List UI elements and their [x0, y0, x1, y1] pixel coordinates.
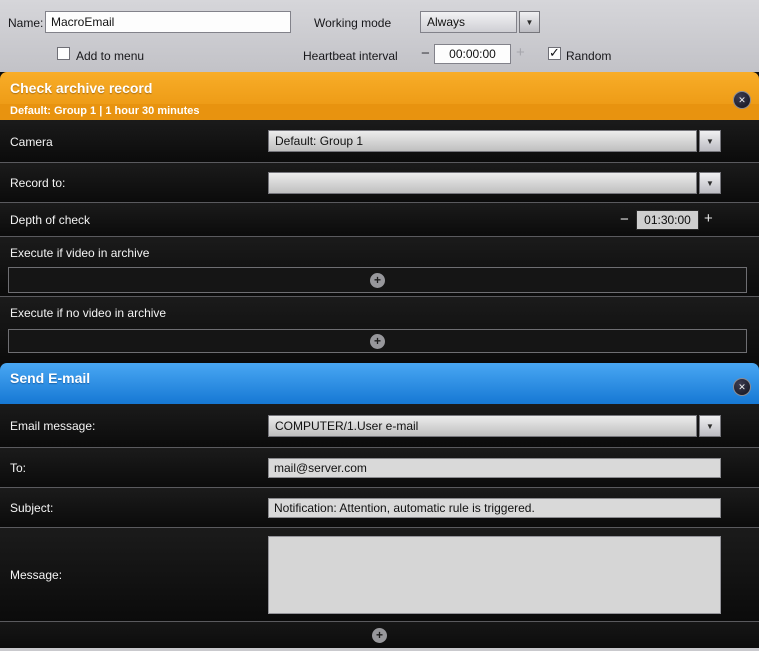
- execute-if-no-video-add-area: +: [8, 329, 747, 353]
- panel-header: Check archive record: [0, 72, 759, 104]
- close-icon: ✕: [738, 382, 746, 393]
- working-mode-label: Working mode: [314, 16, 391, 30]
- email-message-dropdown-button[interactable]: ▼: [699, 415, 721, 437]
- add-action-button[interactable]: +: [372, 628, 387, 643]
- panel-title: Send E-mail: [10, 370, 90, 386]
- heartbeat-increment-button[interactable]: +: [516, 45, 525, 60]
- panel-subtitle: Default: Group 1 | 1 hour 30 minutes: [10, 105, 200, 117]
- chevron-down-icon: ▼: [706, 422, 714, 431]
- message-textarea[interactable]: [268, 536, 721, 614]
- email-message-select[interactable]: COMPUTER/1.User e-mail: [268, 415, 697, 437]
- panel-header: Send E-mail: [0, 363, 759, 404]
- name-label: Name:: [8, 16, 43, 30]
- add-action-button[interactable]: +: [370, 334, 385, 349]
- random-checkbox[interactable]: ✓: [548, 47, 561, 60]
- execute-if-no-video-row: Execute if no video in archive +: [0, 297, 759, 363]
- record-to-label: Record to:: [10, 176, 65, 190]
- plus-icon: +: [376, 628, 383, 642]
- message-label: Message:: [10, 568, 62, 582]
- heartbeat-interval-label: Heartbeat interval: [303, 49, 398, 63]
- depth-increment-button[interactable]: +: [704, 211, 713, 226]
- execute-if-video-label: Execute if video in archive: [10, 246, 149, 260]
- add-action-row: +: [0, 622, 759, 648]
- record-to-dropdown-button[interactable]: ▼: [699, 172, 721, 194]
- chevron-down-icon: ▼: [526, 18, 534, 27]
- depth-decrement-button[interactable]: −: [620, 212, 629, 227]
- record-to-select[interactable]: [268, 172, 697, 194]
- check-archive-panel: Check archive record Default: Group 1 | …: [0, 72, 759, 363]
- email-message-row: Email message: COMPUTER/1.User e-mail ▼: [0, 404, 759, 448]
- to-input[interactable]: [268, 458, 721, 478]
- panel-title: Check archive record: [10, 80, 152, 96]
- camera-label: Camera: [10, 135, 53, 149]
- macro-name-input[interactable]: [45, 11, 291, 33]
- subject-label: Subject:: [10, 501, 53, 515]
- to-label: To:: [10, 461, 26, 475]
- panel-subtitle-bar: Default: Group 1 | 1 hour 30 minutes: [0, 104, 759, 120]
- close-button[interactable]: ✕: [733, 91, 751, 109]
- to-row: To:: [0, 448, 759, 488]
- execute-if-no-video-label: Execute if no video in archive: [10, 306, 166, 320]
- add-action-button[interactable]: +: [370, 273, 385, 288]
- chevron-down-icon: ▼: [706, 137, 714, 146]
- plus-icon: +: [374, 273, 381, 287]
- close-button[interactable]: ✕: [733, 378, 751, 396]
- camera-row: Camera Default: Group 1 ▼: [0, 120, 759, 163]
- camera-dropdown-button[interactable]: ▼: [699, 130, 721, 152]
- working-mode-dropdown-button[interactable]: ▼: [519, 11, 540, 33]
- heartbeat-interval-input[interactable]: [434, 44, 511, 64]
- send-email-panel: Send E-mail ✕ Email message: COMPUTER/1.…: [0, 363, 759, 651]
- chevron-down-icon: ▼: [706, 179, 714, 188]
- close-icon: ✕: [738, 95, 746, 106]
- heartbeat-decrement-button[interactable]: −: [421, 46, 430, 61]
- random-label: Random: [566, 49, 611, 63]
- message-row: Message:: [0, 528, 759, 622]
- subject-input[interactable]: [268, 498, 721, 518]
- execute-if-video-row: Execute if video in archive +: [0, 237, 759, 297]
- subject-row: Subject:: [0, 488, 759, 528]
- email-message-label: Email message:: [10, 419, 95, 433]
- depth-of-check-input[interactable]: [636, 210, 699, 230]
- plus-icon: +: [374, 334, 381, 348]
- checkmark-icon: ✓: [549, 45, 560, 61]
- add-to-menu-checkbox[interactable]: [57, 47, 70, 60]
- execute-if-video-add-area: +: [8, 267, 747, 293]
- macro-settings-bar: Name: Working mode Always ▼ Add to menu …: [0, 0, 759, 72]
- camera-select[interactable]: Default: Group 1: [268, 130, 697, 152]
- working-mode-select[interactable]: Always: [420, 11, 517, 33]
- depth-of-check-label: Depth of check: [10, 213, 90, 227]
- record-to-row: Record to: ▼: [0, 163, 759, 203]
- add-to-menu-label: Add to menu: [76, 49, 144, 63]
- depth-of-check-row: Depth of check − +: [0, 203, 759, 237]
